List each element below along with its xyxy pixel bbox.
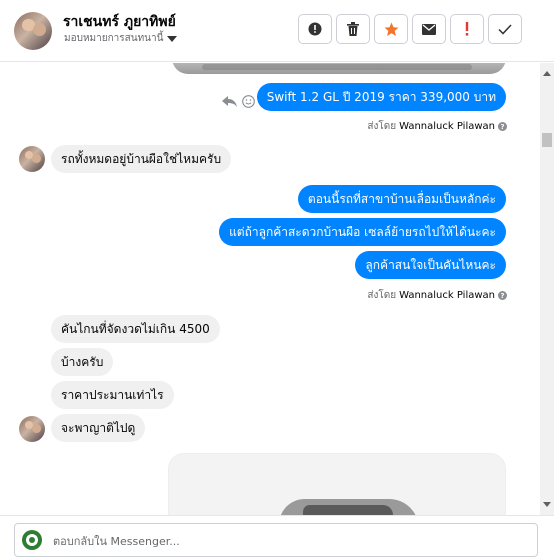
outgoing-message[interactable]: ลูกค้าสนใจเป็นคันไหนคะ bbox=[355, 251, 506, 279]
outgoing-message[interactable]: ตอนนี้รถที่สาขาบ้านเลื่อมเป็นหลักค่ะ bbox=[297, 185, 506, 213]
reply-icon[interactable] bbox=[222, 93, 238, 112]
contact-name[interactable]: ราเชนทร์ ภูยาทิพย์ bbox=[63, 11, 176, 33]
outgoing-message[interactable]: แต่ถ้าลูกค้าสะดวกบ้านผือ เซลล์ย้ายรถไปให… bbox=[219, 218, 506, 246]
avatar[interactable] bbox=[14, 12, 52, 50]
sender-name: Wannaluck Pilawan bbox=[399, 290, 495, 301]
image-attachment[interactable] bbox=[168, 453, 506, 515]
incoming-message[interactable]: ราคาประมานเท่าไร bbox=[51, 381, 174, 409]
conversation-header: ราเชนทร์ ภูยาทิพย์ มอบหมายการสนทนานี้ bbox=[0, 0, 554, 62]
sent-by-label: ส่งโดย Wannaluck Pilawan ? bbox=[367, 288, 507, 303]
help-icon[interactable]: ? bbox=[498, 122, 507, 131]
assign-conversation-dropdown[interactable]: มอบหมายการสนทนานี้ bbox=[64, 31, 178, 46]
scrollbar-thumb[interactable] bbox=[542, 133, 552, 147]
info-icon bbox=[308, 22, 322, 36]
reply-input[interactable] bbox=[53, 532, 523, 550]
incoming-message[interactable]: รถทั้งหมดอยู่บ้านผือใช่ไหมครับ bbox=[51, 145, 232, 173]
help-icon[interactable]: ? bbox=[498, 291, 507, 300]
car-photo bbox=[279, 499, 419, 515]
trash-icon bbox=[347, 22, 359, 36]
check-icon bbox=[498, 23, 512, 35]
sent-by-label: ส่งโดย Wannaluck Pilawan ? bbox=[367, 119, 507, 134]
scroll-up-icon[interactable] bbox=[543, 71, 551, 76]
delete-button[interactable] bbox=[336, 14, 370, 44]
message-actions bbox=[222, 93, 255, 112]
incoming-message[interactable]: จะพาญาติไปดู bbox=[51, 414, 146, 442]
incoming-message[interactable]: บ้างครับ bbox=[51, 348, 114, 376]
page-logo-icon bbox=[22, 530, 42, 550]
avatar[interactable] bbox=[19, 416, 45, 442]
envelope-icon bbox=[422, 23, 436, 35]
outgoing-message[interactable]: Swift 1.2 GL ปี 2019 ราคา 339,000 บาท bbox=[256, 83, 506, 111]
messenger-conversation: ราเชนทร์ ภูยาทิพย์ มอบหมายการสนทนานี้ Sw… bbox=[0, 0, 554, 557]
caret-down-icon bbox=[167, 35, 178, 42]
reply-composer bbox=[0, 515, 554, 557]
reply-box[interactable] bbox=[14, 523, 538, 557]
mail-button[interactable] bbox=[412, 14, 446, 44]
message-list[interactable]: Swift 1.2 GL ปี 2019 ราคา 339,000 บาท ส่… bbox=[0, 63, 554, 515]
star-icon bbox=[384, 22, 399, 37]
smile-icon[interactable] bbox=[242, 93, 255, 112]
assign-label: มอบหมายการสนทนานี้ bbox=[64, 33, 164, 44]
sender-name: Wannaluck Pilawan bbox=[399, 121, 495, 132]
important-button[interactable] bbox=[450, 14, 484, 44]
star-button[interactable] bbox=[374, 14, 408, 44]
scrollbar[interactable] bbox=[540, 63, 554, 515]
incoming-message[interactable]: คันไกนที่จัดงวดไม่เกิน 4500 bbox=[51, 315, 220, 343]
mark-done-button[interactable] bbox=[488, 14, 522, 44]
exclamation-icon bbox=[465, 22, 469, 36]
avatar[interactable] bbox=[19, 146, 45, 172]
info-button[interactable] bbox=[298, 14, 332, 44]
image-attachment[interactable] bbox=[172, 63, 506, 74]
scroll-down-icon[interactable] bbox=[543, 502, 551, 507]
